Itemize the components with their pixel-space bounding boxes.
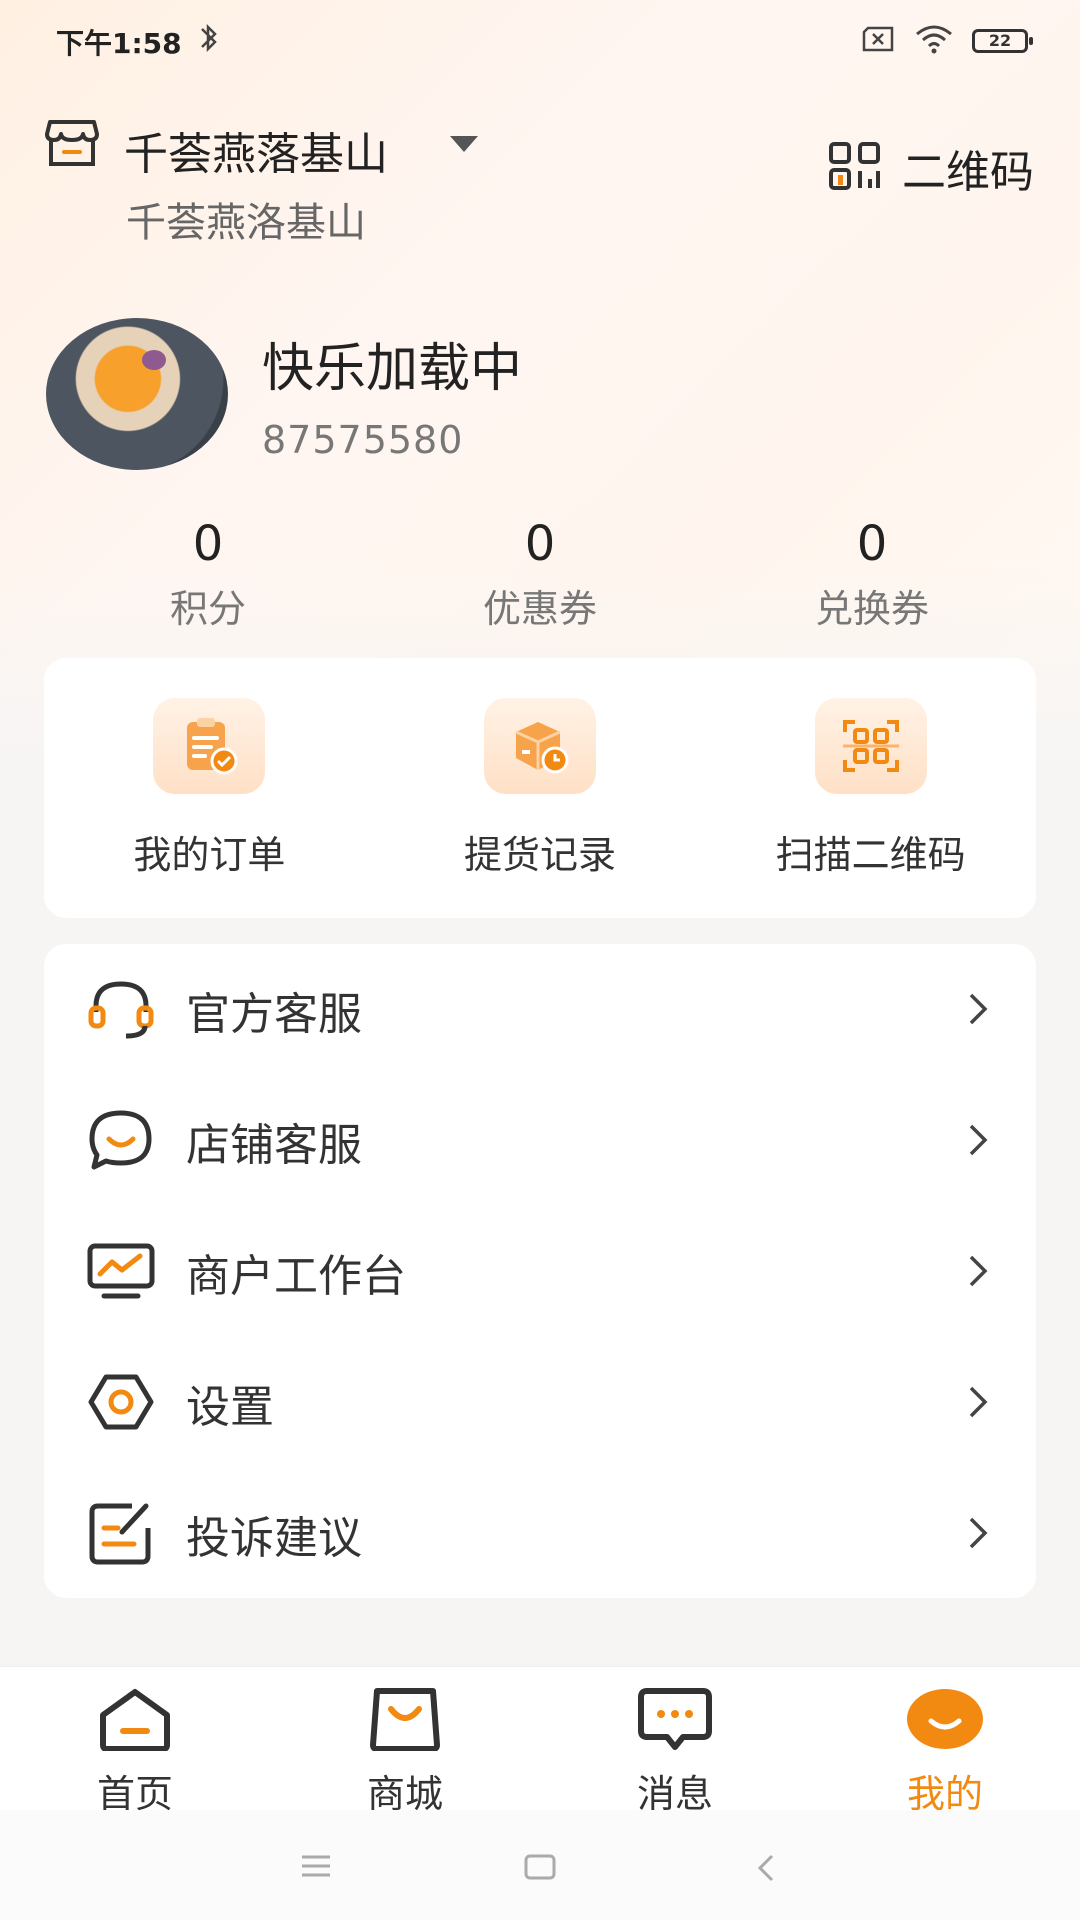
chat-smile-icon (86, 1105, 156, 1175)
menu-item-settings[interactable]: 设置 (44, 1337, 1036, 1468)
quick-action-label: 扫描二维码 (775, 833, 966, 877)
status-bar: 下午1:58 22 (0, 0, 1080, 78)
message-icon (540, 1679, 810, 1759)
stat-coupons[interactable]: 0 优惠券 (374, 516, 706, 633)
chevron-right-icon (968, 1516, 988, 1554)
tab-messages[interactable]: 消息 (540, 1667, 810, 1816)
avatar[interactable] (46, 318, 228, 470)
stat-label: 兑换券 (814, 587, 929, 631)
settings-menu-card: 官方客服 店铺客服 商户工作台 设置 投诉建议 (44, 944, 1036, 1598)
stat-label: 优惠券 (482, 587, 597, 631)
menu-item-merchant-workbench[interactable]: 商户工作台 (44, 1206, 1036, 1337)
scan-qr-icon (814, 698, 927, 794)
qr-code-icon (828, 141, 884, 195)
home-icon (0, 1679, 270, 1759)
headset-icon (86, 974, 156, 1044)
stat-points[interactable]: 0 积分 (42, 516, 374, 633)
my-orders-button[interactable]: 我的订单 (44, 658, 375, 918)
bottom-tab-bar: 首页 商城 消息 我的 (0, 1666, 1080, 1816)
chevron-right-icon (968, 1254, 988, 1292)
menu-item-label: 设置 (186, 1381, 274, 1433)
stat-label: 积分 (169, 587, 246, 631)
system-navigation-bar (0, 1810, 1080, 1920)
store-icon[interactable] (44, 118, 100, 172)
store-name[interactable]: 千荟燕落基山 (124, 118, 388, 182)
menu-item-label: 官方客服 (186, 988, 362, 1040)
order-clipboard-icon (153, 698, 266, 794)
stat-value: 0 (856, 516, 888, 572)
store-dropdown-icon[interactable] (450, 136, 478, 152)
stat-value: 0 (192, 516, 224, 572)
menu-icon[interactable] (300, 1854, 332, 1882)
tab-home[interactable]: 首页 (0, 1667, 270, 1816)
menu-item-feedback[interactable]: 投诉建议 (44, 1468, 1036, 1599)
edit-note-icon (86, 1498, 156, 1568)
bluetooth-icon (198, 20, 220, 60)
menu-item-label: 店铺客服 (186, 1119, 362, 1171)
home-square-icon[interactable] (524, 1854, 556, 1884)
sim-off-icon (860, 26, 896, 56)
menu-item-official-support[interactable]: 官方客服 (44, 944, 1036, 1075)
monitor-chart-icon (86, 1236, 156, 1306)
quick-action-label: 提货记录 (464, 833, 617, 877)
settings-hexagon-icon (86, 1367, 156, 1437)
status-time: 下午1:58 (56, 27, 182, 60)
quick-action-label: 我的订单 (133, 833, 286, 877)
status-icons: 22 (860, 24, 1033, 58)
battery-indicator: 22 (972, 29, 1033, 53)
scan-qr-button[interactable]: 扫描二维码 (705, 658, 1036, 918)
user-nickname: 快乐加载中 (262, 339, 523, 399)
chevron-right-icon (968, 1385, 988, 1423)
shopping-bag-icon (270, 1679, 540, 1759)
profile-smile-icon (810, 1679, 1080, 1759)
stat-vouchers[interactable]: 0 兑换券 (706, 516, 1038, 633)
chevron-right-icon (968, 992, 988, 1030)
qr-code-button[interactable]: 二维码 (828, 136, 1034, 200)
menu-item-label: 投诉建议 (186, 1512, 362, 1564)
menu-item-label: 商户工作台 (186, 1250, 406, 1302)
store-subtitle: 千荟燕洛基山 (126, 200, 366, 246)
stats-row: 0 积分 0 优惠券 0 兑换券 (0, 516, 1080, 633)
user-id: 87575580 (262, 418, 464, 462)
wifi-icon (914, 24, 954, 58)
menu-item-store-support[interactable]: 店铺客服 (44, 1075, 1036, 1206)
qr-code-label: 二维码 (902, 147, 1034, 198)
package-clock-icon (484, 698, 596, 794)
tab-mall[interactable]: 商城 (270, 1667, 540, 1816)
stat-value: 0 (524, 516, 556, 572)
tab-profile[interactable]: 我的 (810, 1667, 1080, 1816)
pickup-records-button[interactable]: 提货记录 (375, 658, 706, 918)
chevron-right-icon (968, 1123, 988, 1161)
quick-actions-card: 我的订单 提货记录 扫描二维码 (44, 658, 1036, 918)
back-icon[interactable] (756, 1854, 776, 1886)
